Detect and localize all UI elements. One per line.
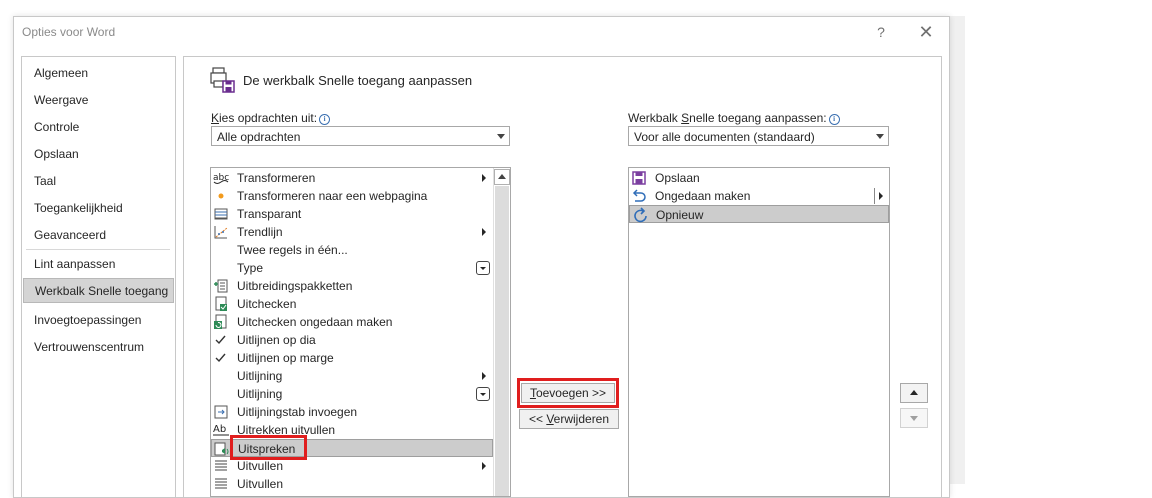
add-button-highlight [517,378,619,408]
sidebar-item-toegankelijkheid[interactable]: Toegankelijkheid [23,196,174,221]
list-item[interactable]: Uitlijning [211,385,495,403]
list-item[interactable]: Type [211,259,495,277]
window-title: Opties voor Word [22,25,116,39]
options-dialog: Opties voor Word ? ✕ Algemeen Weergave C… [13,16,950,498]
dropdown-icon [476,387,490,401]
remove-button[interactable]: << Verwijderen [519,409,619,429]
list-item[interactable]: Uitchecken [211,295,495,313]
list-item[interactable]: abc Transformeren [211,169,495,187]
quick-access-toolbar-icon [210,67,235,93]
checkout-icon [213,296,229,312]
list-item[interactable]: Trendlijn [211,223,495,241]
sidebar-divider [26,249,170,250]
info-icon[interactable]: i [828,114,840,125]
category-list: Algemeen Weergave Controle Opslaan Taal … [21,56,176,498]
list-item[interactable]: Ongedaan maken [629,187,889,205]
sidebar-item-geavanceerd[interactable]: Geavanceerd [23,223,174,248]
list-item[interactable]: Uitbreidingspakketten [211,277,495,295]
choose-commands-dropdown[interactable]: Alle opdrachten [211,126,510,146]
transparency-icon [213,206,229,222]
list-item[interactable]: Twee regels in één... [211,241,495,259]
expansion-pack-icon [213,278,229,294]
info-icon[interactable]: i [319,114,331,125]
help-button[interactable]: ? [868,22,894,42]
trendline-icon [213,224,229,240]
speak-icon [214,441,230,457]
sidebar-item-opslaan[interactable]: Opslaan [23,142,174,167]
list-item[interactable]: Opslaan [629,169,889,187]
sidebar-item-vertrouwenscentrum[interactable]: Vertrouwenscentrum [23,335,174,360]
sidebar-item-weergave[interactable]: Weergave [23,88,174,113]
submenu-arrow-icon [482,174,486,182]
stretch-justify-icon: Ab [213,422,229,438]
checkmark-icon [213,350,229,366]
content-panel: De werkbalk Snelle toegang aanpassen Kie… [183,56,942,498]
submenu-arrow-icon [482,228,486,236]
list-item[interactable]: Uitlijning [211,367,495,385]
chevron-down-icon [497,134,505,139]
close-button[interactable]: ✕ [913,22,939,42]
sidebar-item-invoegtoepassingen[interactable]: Invoegtoepassingen [23,308,174,333]
sidebar-item-controle[interactable]: Controle [23,115,174,140]
list-item[interactable]: Uitlijningstab invoegen [211,403,495,421]
selected-command-highlight [230,435,307,460]
divider [874,188,875,204]
move-down-button[interactable] [900,408,928,428]
title-bar: Opties voor Word ? ✕ [14,17,949,47]
checkmark-icon [213,332,229,348]
submenu-arrow-icon [482,462,486,470]
move-up-button[interactable] [900,383,928,403]
customize-toolbar-label: Werkbalk Snelle toegang aanpassen: i [628,111,840,125]
justify-icon [213,476,229,492]
svg-text:Ab: Ab [213,424,226,435]
scroll-track[interactable] [495,186,509,496]
sidebar-item-taal[interactable]: Taal [23,169,174,194]
list-item[interactable]: Transparant [211,205,495,223]
sidebar-item-algemeen[interactable]: Algemeen [23,61,174,86]
list-item[interactable]: Uitlijnen op dia [211,331,495,349]
list-item-selected[interactable]: Opnieuw [629,205,889,223]
sidebar-item-werkbalk-snelle-toegang[interactable]: Werkbalk Snelle toegang [23,278,174,303]
justify-icon [213,458,229,474]
discard-checkout-icon [213,314,229,330]
submenu-arrow-icon [879,192,883,200]
list-item[interactable]: Transformeren naar een webpagina [211,187,495,205]
background-window-edge [949,16,965,484]
insert-tab-icon [213,404,229,420]
choose-commands-label: Kies opdrachten uit: i [211,111,331,125]
list-item[interactable]: Uitchecken ongedaan maken [211,313,495,331]
redo-icon [632,207,648,223]
scroll-up-icon[interactable] [494,169,510,185]
sidebar-item-lint-aanpassen[interactable]: Lint aanpassen [23,252,174,277]
list-item[interactable]: Uitlijnen op marge [211,349,495,367]
orange-dot-icon [213,188,229,204]
toolbar-items-list[interactable]: Opslaan Ongedaan maken Opnieuw [628,167,890,497]
page-title: De werkbalk Snelle toegang aanpassen [243,73,473,88]
chevron-down-icon [876,134,884,139]
submenu-arrow-icon [482,372,486,380]
abc-icon: abc [213,170,229,186]
customize-toolbar-dropdown[interactable]: Voor alle documenten (standaard) [628,126,889,146]
dropdown-icon [476,261,490,275]
list-item[interactable]: Uitvullen [211,475,495,493]
commands-scrollbar[interactable] [493,168,510,496]
undo-icon [631,188,647,204]
save-icon [631,170,647,186]
